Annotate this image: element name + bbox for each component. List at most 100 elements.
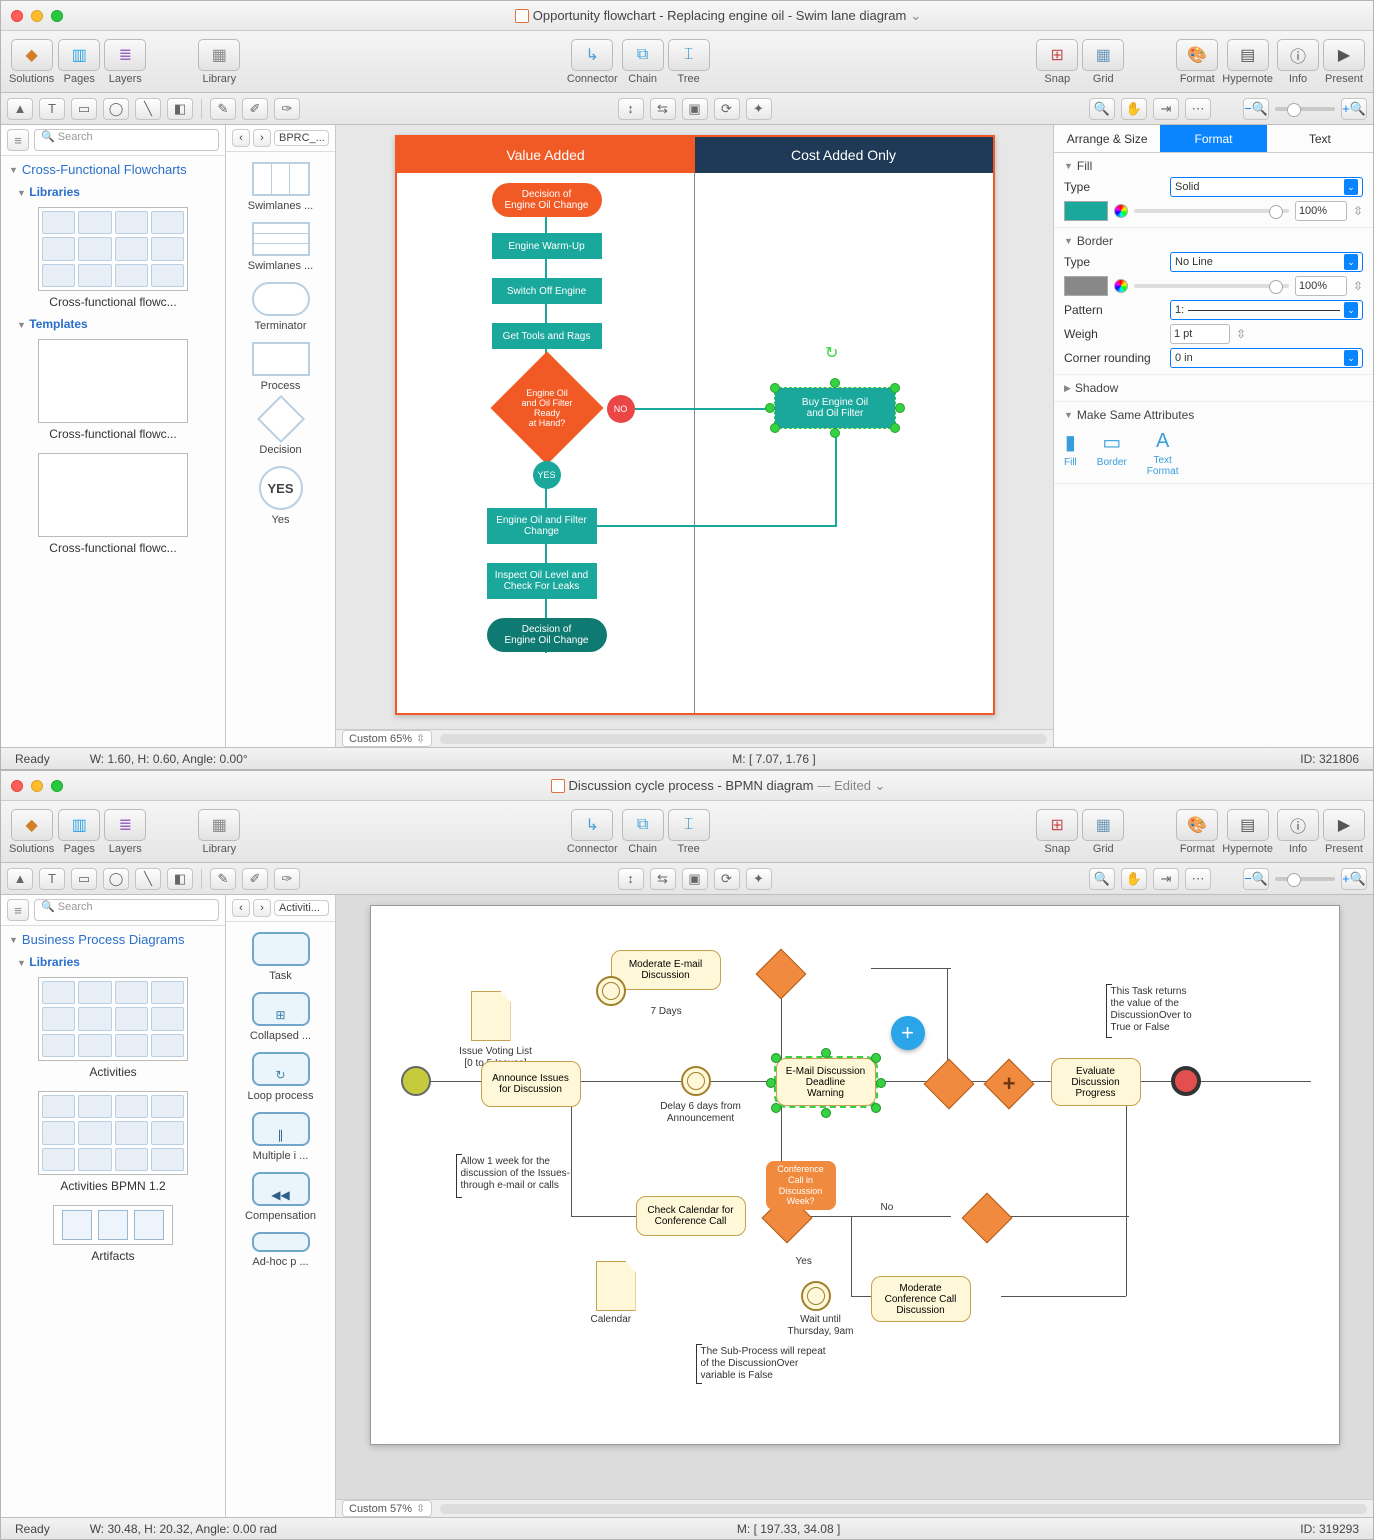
shape-task[interactable]: Task [226, 932, 335, 982]
process-node[interactable]: Switch Off Engine [492, 278, 602, 304]
bpmn-timer[interactable] [681, 1066, 711, 1096]
title-chevron[interactable]: ⌄ [910, 8, 921, 24]
shape-tool[interactable]: ◧ [167, 98, 193, 120]
zoom-in[interactable]: +🔍 [1341, 868, 1367, 890]
group-tool[interactable]: ▣ [682, 868, 708, 890]
library-item[interactable]: Activities [11, 977, 215, 1079]
process-node[interactable]: Inspect Oil Level and Check For Leaks [487, 563, 597, 599]
no-node[interactable]: NO [607, 395, 635, 423]
connector-button[interactable]: ↳ [571, 809, 613, 841]
tab-format[interactable]: Format [1160, 125, 1266, 152]
snap-button[interactable]: ⊞ [1036, 809, 1078, 841]
snap-button[interactable]: ⊞ [1036, 39, 1078, 71]
shapes-fwd[interactable]: › [253, 129, 271, 147]
zoom-readout[interactable]: Custom 57%⇳ [342, 1500, 432, 1517]
tree-button[interactable]: ⌶ [668, 39, 710, 71]
minimize-button[interactable] [31, 10, 43, 22]
section-border[interactable]: Border [1077, 234, 1113, 248]
shape-swimlanes-2[interactable]: Swimlanes ... [226, 222, 335, 272]
pages-button[interactable]: ▥ [58, 809, 100, 841]
sub-libraries[interactable]: ▼ Libraries [1, 183, 225, 201]
border-opacity-slider[interactable] [1134, 284, 1289, 288]
shape-terminator[interactable]: Terminator [226, 282, 335, 332]
hand-tool[interactable]: ✋ [1121, 868, 1147, 890]
zoom-out[interactable]: −🔍 [1243, 868, 1269, 890]
spacing-tool[interactable]: ⇥ [1153, 98, 1179, 120]
solutions-button[interactable]: ◆ [11, 809, 53, 841]
canvas-area[interactable]: Issue Voting List [0 to 5 Issues] Announ… [336, 895, 1373, 1517]
more-tool[interactable]: ⋯ [1185, 98, 1211, 120]
fill-opacity-value[interactable]: 100% [1295, 201, 1347, 221]
present-button[interactable]: ▶ [1323, 809, 1365, 841]
hypernote-button[interactable]: ▤ [1227, 809, 1269, 841]
yes-node[interactable]: YES [533, 461, 561, 489]
shape-swimlanes[interactable]: Swimlanes ... [226, 162, 335, 212]
search-input[interactable]: 🔍 Search [34, 899, 219, 921]
bpmn-gateway[interactable] [961, 1193, 1012, 1244]
layers-button[interactable]: ≣ [104, 809, 146, 841]
shape-compensation[interactable]: ◀◀Compensation [226, 1172, 335, 1222]
fill-color[interactable] [1064, 201, 1108, 221]
hypernote-button[interactable]: ▤ [1227, 39, 1269, 71]
section-shadow[interactable]: Shadow [1075, 381, 1118, 395]
shape-adhoc[interactable]: Ad-hoc p ... [226, 1232, 335, 1268]
info-button[interactable]: ⓘ [1277, 809, 1319, 841]
end-node[interactable]: Decision of Engine Oil Change [487, 618, 607, 652]
border-type-dropdown[interactable]: No Line⌄ [1170, 252, 1363, 272]
grid-button[interactable]: ▦ [1082, 809, 1124, 841]
shape-loop[interactable]: ↻Loop process [226, 1052, 335, 1102]
fill-opacity-slider[interactable] [1134, 209, 1289, 213]
search-input[interactable]: 🔍 Search [34, 129, 219, 151]
shape-decision[interactable]: Decision [226, 402, 335, 456]
bpmn-task[interactable]: Evaluate Discussion Progress [1051, 1058, 1141, 1106]
template-item[interactable]: Cross-functional flowc... [11, 453, 215, 555]
color-wheel-icon[interactable] [1114, 279, 1128, 293]
line-tool[interactable]: ╲ [135, 98, 161, 120]
zoom-out[interactable]: −🔍 [1243, 98, 1269, 120]
border-color[interactable] [1064, 276, 1108, 296]
shapes-back[interactable]: ‹ [232, 129, 250, 147]
color-wheel-icon[interactable] [1114, 204, 1128, 218]
brush-tool[interactable]: ✑ [274, 868, 300, 890]
format-button[interactable]: 🎨 [1176, 39, 1218, 71]
pages-button[interactable]: ▥ [58, 39, 100, 71]
bpmn-data-object[interactable] [471, 991, 511, 1041]
msa-border[interactable]: ▭Border [1097, 430, 1127, 477]
library-item[interactable]: Artifacts [11, 1205, 215, 1263]
pen-tool[interactable]: ✎ [210, 868, 236, 890]
bpmn-parallel-gateway[interactable] [983, 1059, 1034, 1110]
wrench-tool[interactable]: ✦ [746, 868, 772, 890]
zoom-tool[interactable]: 🔍 [1089, 98, 1115, 120]
minimize-button[interactable] [31, 780, 43, 792]
msa-text-format[interactable]: AText Format [1147, 430, 1179, 477]
add-icon[interactable]: + [891, 1016, 925, 1050]
zoom-button[interactable] [51, 10, 63, 22]
eyedropper-tool[interactable]: ✐ [242, 98, 268, 120]
align-tool[interactable]: ↕ [618, 98, 644, 120]
chain-button[interactable]: ⧉ [622, 809, 664, 841]
rect-tool[interactable]: ▭ [71, 868, 97, 890]
close-button[interactable] [11, 780, 23, 792]
sub-templates[interactable]: ▼ Templates [1, 315, 225, 333]
grid-button[interactable]: ▦ [1082, 39, 1124, 71]
close-button[interactable] [11, 10, 23, 22]
distribute-tool[interactable]: ⇆ [650, 98, 676, 120]
template-item[interactable]: Cross-functional flowc... [11, 339, 215, 441]
rotate-tool[interactable]: ⟳ [714, 868, 740, 890]
start-node[interactable]: Decision of Engine Oil Change [492, 183, 602, 217]
library-item[interactable]: Activities BPMN 1.2 [11, 1091, 215, 1193]
shapes-dropdown[interactable]: Activiti... [274, 900, 329, 916]
more-tool[interactable]: ⋯ [1185, 868, 1211, 890]
section-bpd[interactable]: ▼Business Process Diagrams [1, 926, 225, 953]
zoom-tool[interactable]: 🔍 [1089, 868, 1115, 890]
layers-button[interactable]: ≣ [104, 39, 146, 71]
fill-type-dropdown[interactable]: Solid⌄ [1170, 177, 1363, 197]
connector-button[interactable]: ↳ [571, 39, 613, 71]
h-scrollbar[interactable] [440, 1504, 1367, 1514]
rotate-tool[interactable]: ⟳ [714, 98, 740, 120]
shape-multiple[interactable]: ∥Multiple i ... [226, 1112, 335, 1162]
line-tool[interactable]: ╲ [135, 868, 161, 890]
bpmn-task-selected[interactable]: E-Mail Discussion Deadline Warning [776, 1058, 876, 1106]
shape-process[interactable]: Process [226, 342, 335, 392]
title-edited[interactable]: — Edited ⌄ [817, 778, 885, 794]
